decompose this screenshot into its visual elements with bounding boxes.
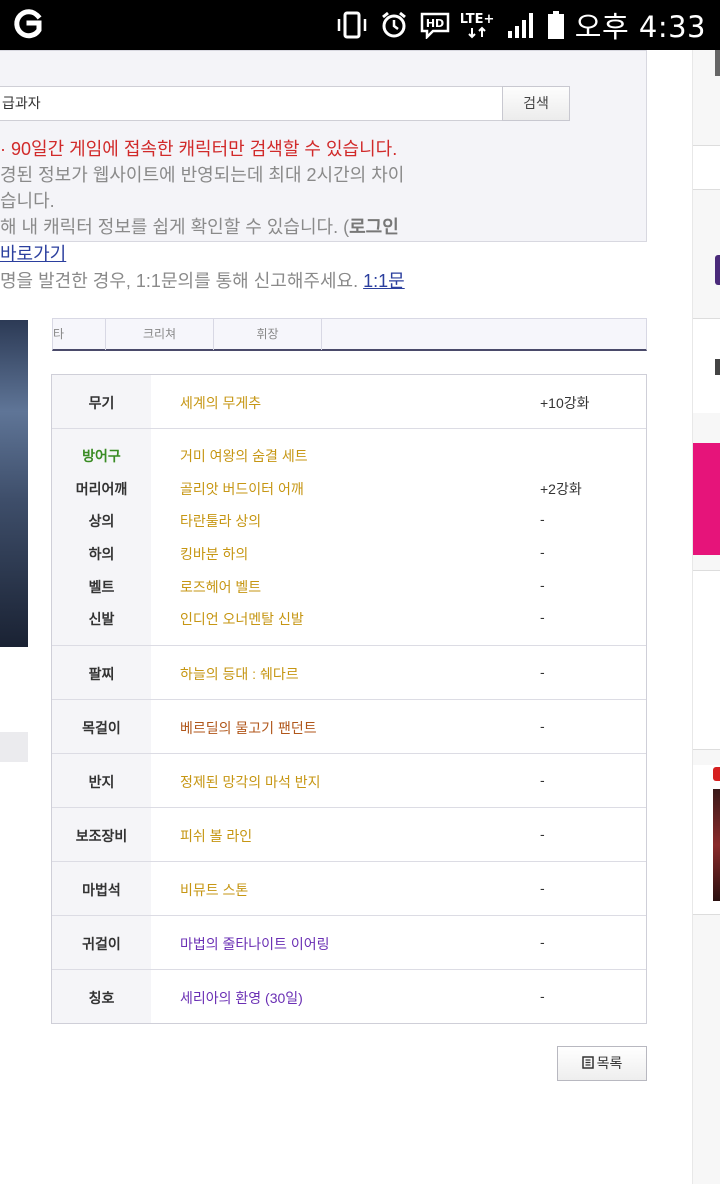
slot-label-belt: 벨트 xyxy=(88,579,115,595)
notice-line-4: 해 내 캐릭터 정보를 쉽게 확인할 수 있습니다. (로그인 xyxy=(0,214,640,240)
enhance-ring: - xyxy=(540,772,545,788)
row-divider xyxy=(52,969,646,970)
item-bottom[interactable]: 킹바분 하의 xyxy=(180,544,248,564)
item-weapon[interactable]: 세계의 무게추 xyxy=(180,393,261,413)
right-sidebar-strip xyxy=(692,50,720,1184)
row-divider xyxy=(52,428,646,429)
notice-line-3: 습니다. xyxy=(0,191,55,211)
item-belt[interactable]: 로즈헤어 벨트 xyxy=(180,577,261,597)
item-top[interactable]: 타란툴라 상의 xyxy=(180,511,261,531)
sidebar-banner-top[interactable] xyxy=(693,50,720,76)
sidebar-box xyxy=(693,318,720,413)
carrier-logo-icon xyxy=(12,8,44,40)
slot-label-head-shoulder: 머리어깨 xyxy=(75,481,128,497)
inquiry-link[interactable]: 1:1문 xyxy=(363,271,405,291)
sidebar-icon[interactable] xyxy=(693,255,720,287)
item-head-shoulder[interactable]: 골리앗 버드이터 어깨 xyxy=(180,479,304,499)
character-search-panel: 급과자 검색 · 90일간 게임에 접속한 캐릭터만 검색할 수 있습니다. 경… xyxy=(0,50,647,242)
tab-creature[interactable]: 크리쳐 xyxy=(106,319,214,350)
item-armor-set[interactable]: 거미 여왕의 숨결 세트 xyxy=(180,446,308,466)
row-divider xyxy=(52,915,646,916)
slot-label-subweapon: 보조장비 xyxy=(75,828,128,844)
report-text: 명을 발견한 경우, 1:1문의를 통해 신고해주세요. xyxy=(0,271,364,291)
search-notice: · 90일간 게임에 접속한 캐릭터만 검색할 수 있습니다. 경된 정보가 웹… xyxy=(0,136,640,240)
enhance-bottom: - xyxy=(540,544,545,560)
clock: 오후 4:33 xyxy=(574,10,706,44)
row-divider xyxy=(52,861,646,862)
battery-icon xyxy=(547,10,565,40)
enhance-subweapon: - xyxy=(540,826,545,842)
lte-icon: LTE+ xyxy=(461,10,497,40)
slot-label-bottom: 하의 xyxy=(88,546,115,562)
list-button[interactable]: 목록 xyxy=(557,1046,647,1081)
enhance-earring: - xyxy=(540,934,545,950)
item-ring[interactable]: 정제된 망각의 마석 반지 xyxy=(180,772,320,792)
row-divider xyxy=(52,645,646,646)
sidebar-panel xyxy=(693,145,720,190)
sidebar-video-thumb[interactable] xyxy=(693,765,720,915)
item-earring[interactable]: 마법의 줄타나이트 이어링 xyxy=(180,934,329,954)
slot-label-necklace: 목걸이 xyxy=(82,720,121,736)
login-strong-text: 로그인 xyxy=(349,217,399,237)
character-portrait xyxy=(0,320,28,647)
notice-line-4-text: 해 내 캐릭터 정보를 쉽게 확인할 수 있습니다. ( xyxy=(0,217,350,237)
row-divider xyxy=(52,753,646,754)
web-page: 급과자 검색 · 90일간 게임에 접속한 캐릭터만 검색할 수 있습니다. 경… xyxy=(0,50,720,1184)
item-title[interactable]: 세리아의 환영 (30일) xyxy=(180,988,303,1008)
enhance-weapon: +10강화 xyxy=(540,395,590,411)
slot-label-bracelet: 팔찌 xyxy=(88,666,115,682)
slot-label-magicstone: 마법석 xyxy=(82,882,121,898)
list-button-label: 목록 xyxy=(596,1055,623,1071)
slot-label-ring: 반지 xyxy=(88,774,115,790)
sidebar-ad-banner[interactable] xyxy=(693,443,720,555)
notice-line-2: 경된 정보가 웹사이트에 반영되는데 최대 2시간의 차이 xyxy=(0,165,405,185)
enhance-bracelet: - xyxy=(540,664,545,680)
slot-label-shoes: 신발 xyxy=(88,611,115,627)
login-shortcut-link[interactable]: 바로가기 xyxy=(0,240,66,266)
enhance-title: - xyxy=(540,988,545,1004)
equipment-table: 무기 세계의 무게추 +10강화 방어구 거미 여왕의 숨결 세트 머리어깨 골… xyxy=(51,374,647,1024)
svg-text:LTE+: LTE+ xyxy=(461,12,494,27)
vibrate-icon xyxy=(335,11,369,39)
notice-line-1: · 90일간 게임에 접속한 캐릭터만 검색할 수 있습니다. xyxy=(0,139,398,159)
row-divider xyxy=(52,807,646,808)
item-necklace[interactable]: 베르딜의 물고기 팬던트 xyxy=(180,718,317,738)
enhance-head-shoulder: +2강화 xyxy=(540,481,582,497)
tab-emblem[interactable]: 휘장 xyxy=(214,319,322,350)
character-search-input[interactable]: 급과자 xyxy=(0,86,503,121)
item-subweapon[interactable]: 피쉬 볼 라인 xyxy=(180,826,252,846)
item-magicstone[interactable]: 비뮤트 스톤 xyxy=(180,880,248,900)
enhance-magicstone: - xyxy=(540,880,545,896)
list-icon xyxy=(581,1048,594,1081)
hd-voice-icon: HD xyxy=(419,11,451,39)
enhance-belt: - xyxy=(540,577,545,593)
item-shoes[interactable]: 인디언 오너멘탈 신발 xyxy=(180,609,304,629)
sidebar-panel-2 xyxy=(693,570,720,750)
character-name-bar xyxy=(0,732,28,762)
slot-label-earring: 귀걸이 xyxy=(82,936,121,952)
signal-icon xyxy=(507,11,537,39)
slot-label-armor: 방어구 xyxy=(82,448,121,464)
enhance-shoes: - xyxy=(540,609,545,625)
slot-label-weapon: 무기 xyxy=(88,395,115,411)
slot-label-title: 칭호 xyxy=(88,990,115,1006)
enhance-necklace: - xyxy=(540,718,545,734)
enhance-top: - xyxy=(540,511,545,527)
svg-text:HD: HD xyxy=(426,17,444,30)
info-tabs: 타 크리쳐 휘장 xyxy=(52,318,647,351)
report-notice: 명을 발견한 경우, 1:1문의를 통해 신고해주세요. 1:1문 xyxy=(0,267,405,293)
status-bar: HD LTE+ 오후 4:33 xyxy=(0,0,720,50)
item-bracelet[interactable]: 하늘의 등대 : 쉐다르 xyxy=(180,664,299,684)
row-divider xyxy=(52,699,646,700)
alarm-icon xyxy=(379,10,409,40)
search-button[interactable]: 검색 xyxy=(502,86,570,121)
slot-label-top: 상의 xyxy=(88,513,115,529)
tab-etc[interactable]: 타 xyxy=(53,319,106,350)
